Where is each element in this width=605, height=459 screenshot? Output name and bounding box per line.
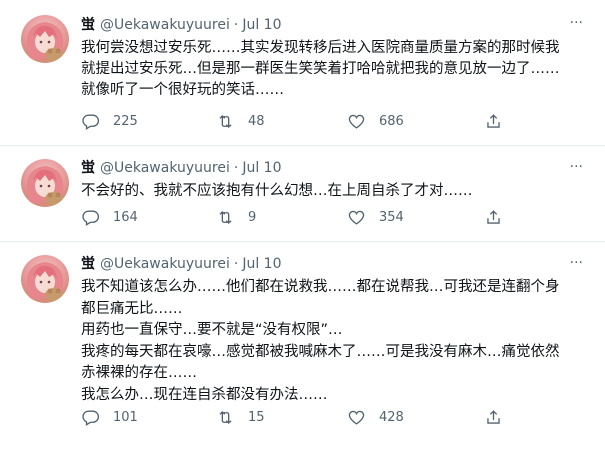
tweet-date[interactable]: Jul 10: [242, 256, 281, 272]
reply-button[interactable]: 101: [81, 406, 138, 428]
tweet-actions: 164 9 354: [81, 206, 521, 228]
like-button[interactable]: 428: [347, 406, 404, 428]
retweet-button[interactable]: 48: [216, 110, 265, 132]
retweet-button[interactable]: 9: [216, 206, 256, 228]
share-icon: [487, 409, 500, 424]
share-button[interactable]: [484, 406, 503, 428]
display-name[interactable]: 蛍: [81, 160, 95, 176]
tweet-actions: 225 48 686: [81, 110, 521, 132]
user-handle[interactable]: @Uekawakuyuurei: [100, 160, 230, 176]
separator-dot: ·: [233, 160, 239, 176]
tweet-actions: 101 15 428: [81, 406, 521, 428]
reply-button[interactable]: 164: [81, 206, 138, 228]
more-icon[interactable]: ···: [570, 256, 583, 270]
share-icon: [487, 209, 500, 224]
retweet-count: 9: [248, 209, 257, 225]
retweet-count: 15: [248, 409, 265, 425]
reply-count: 101: [113, 409, 138, 425]
reply-count: 225: [113, 113, 138, 129]
reply-count: 164: [113, 209, 138, 225]
heart-icon: [348, 410, 365, 425]
heart-icon: [348, 114, 365, 129]
retweet-icon: [219, 410, 232, 424]
reply-icon: [82, 409, 100, 426]
share-icon: [487, 113, 500, 128]
more-icon[interactable]: ···: [570, 160, 583, 174]
user-handle[interactable]: @Uekawakuyuurei: [100, 17, 230, 33]
like-count: 428: [379, 409, 404, 425]
tweet-text: 我不知道该怎么办……他们都在说救我……都在说帮我…可我还是连翻个身 都巨痛无比……: [81, 279, 560, 403]
display-name[interactable]: 蛍: [81, 17, 95, 33]
reply-button[interactable]: 225: [81, 110, 138, 132]
tweet-text: 我何尝没想过安乐死……其实发现转移后进入医院商量质量方案的那时候我 就提出过安乐…: [81, 40, 560, 98]
retweet-icon: [219, 210, 232, 224]
retweet-count: 48: [248, 113, 265, 129]
user-handle[interactable]: @Uekawakuyuurei: [100, 256, 230, 272]
tweet-header: 蛍 @Uekawakuyuurei · Jul 10: [81, 254, 281, 274]
tweet-date[interactable]: Jul 10: [242, 17, 281, 33]
tweet-header: 蛍 @Uekawakuyuurei · Jul 10: [81, 158, 281, 178]
reply-icon: [82, 113, 100, 130]
separator-dot: ·: [233, 17, 239, 33]
like-button[interactable]: 354: [347, 206, 404, 228]
retweet-button[interactable]: 15: [216, 406, 265, 428]
tweet-header: 蛍 @Uekawakuyuurei · Jul 10: [81, 15, 281, 35]
separator-dot: ·: [233, 256, 239, 272]
heart-icon: [348, 210, 365, 225]
avatar[interactable]: [21, 255, 69, 303]
tweet[interactable]: 蛍 @Uekawakuyuurei · Jul 10 ··· 不会好的、我就不应该抱有…: [0, 146, 605, 242]
share-button[interactable]: [484, 110, 503, 132]
tweet-date[interactable]: Jul 10: [242, 160, 281, 176]
avatar-image: [26, 166, 64, 206]
share-button[interactable]: [484, 206, 503, 228]
like-button[interactable]: 686: [347, 110, 404, 132]
tweet[interactable]: 蛍 @Uekawakuyuurei · Jul 10 ··· 我不知道该怎么办……他们…: [0, 242, 605, 452]
avatar-image: [26, 22, 64, 62]
timeline: 蛍 @Uekawakuyuurei · Jul 10 ··· 我何尝没想过安乐死……其…: [0, 0, 605, 459]
reply-icon: [82, 209, 100, 226]
avatar[interactable]: [21, 159, 69, 207]
like-count: 354: [379, 209, 404, 225]
display-name[interactable]: 蛍: [81, 256, 95, 272]
avatar[interactable]: [21, 15, 69, 63]
like-count: 686: [379, 113, 404, 129]
tweet-text: 不会好的、我就不应该抱有什么幻想…在上周自杀了才对……: [81, 183, 473, 199]
tweet[interactable]: 蛍 @Uekawakuyuurei · Jul 10 ··· 我何尝没想过安乐死……其…: [0, 0, 605, 146]
avatar-image: [26, 262, 64, 302]
more-icon[interactable]: ···: [570, 16, 583, 30]
retweet-icon: [219, 114, 232, 128]
